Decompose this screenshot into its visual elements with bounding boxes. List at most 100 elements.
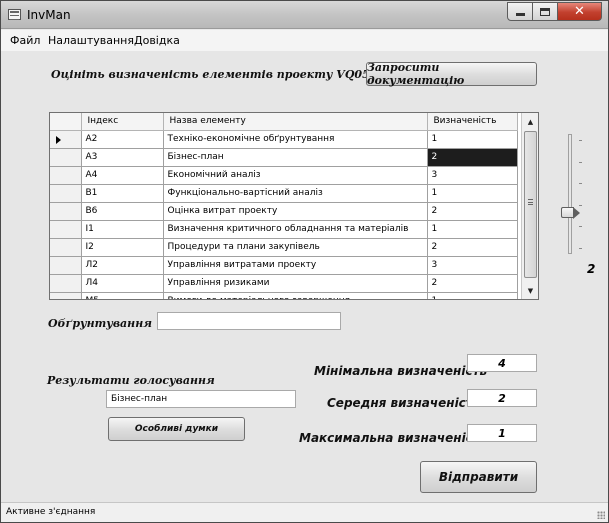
close-icon: ✕ [574, 4, 585, 19]
cell-certainty[interactable]: 1 [427, 220, 518, 239]
slider-thumb[interactable] [561, 207, 581, 219]
justification-input[interactable] [157, 312, 341, 330]
minimize-button[interactable] [507, 2, 533, 21]
cell-certainty[interactable]: 2 [427, 238, 518, 257]
resize-grip-icon[interactable] [597, 511, 605, 519]
row-header[interactable] [50, 274, 82, 293]
voting-results-label: Результати голосування [47, 374, 215, 387]
minimize-icon [515, 13, 525, 16]
scroll-down-button[interactable]: ▼ [523, 282, 538, 299]
close-button[interactable]: ✕ [558, 2, 602, 21]
slider-tick [579, 183, 582, 184]
slider-tick [579, 248, 582, 249]
cell-index[interactable]: I1 [81, 220, 164, 239]
cell-name[interactable]: Визначення критичного обладнання та мате… [163, 220, 428, 239]
cell-name[interactable]: Вимоги до матеріального завершення [163, 292, 428, 299]
table-row[interactable]: A2 Техніко-економічне обґрунтування 1 [50, 130, 518, 149]
cell-index[interactable]: B6 [81, 202, 164, 221]
page-heading: Оцініть визначеність елементів проекту V… [51, 68, 370, 81]
connection-status: Активне з'єднання [6, 507, 96, 517]
row-header[interactable] [50, 148, 82, 167]
cell-certainty[interactable]: 2 [427, 202, 518, 221]
grip-icon [528, 199, 533, 205]
cell-index[interactable]: M5 [81, 292, 164, 299]
menu-file[interactable]: Файл [10, 34, 40, 47]
status-bar: Активне з'єднання [1, 502, 608, 522]
table-row[interactable]: Л2 Управління витратами проекту 3 [50, 256, 518, 275]
scroll-thumb[interactable] [524, 131, 537, 278]
min-certainty-field[interactable]: 4 [467, 354, 537, 372]
cell-certainty[interactable]: 1 [427, 292, 518, 299]
cell-index[interactable]: B1 [81, 184, 164, 203]
table-body: A2 Техніко-економічне обґрунтування 1 A3 Біз… [50, 130, 518, 299]
menu-help[interactable]: Довідка [134, 34, 180, 47]
elements-grid[interactable]: Індекс Назва елементу Визначеність A2 Тех… [49, 112, 539, 300]
table-row[interactable]: B6 Оцінка витрат проекту 2 [50, 202, 518, 221]
cell-name[interactable]: Функціонально-вартісний аналіз [163, 184, 428, 203]
cell-name[interactable]: Економічний аналіз [163, 166, 428, 185]
cell-name[interactable]: Бізнес-план [163, 148, 428, 167]
cell-index[interactable]: Л2 [81, 256, 164, 275]
cell-index[interactable]: A3 [81, 148, 164, 167]
cell-certainty[interactable]: 1 [427, 184, 518, 203]
max-certainty-field[interactable]: 1 [467, 424, 537, 442]
slider-tick [579, 162, 582, 163]
triangle-up-icon: ▲ [527, 117, 534, 126]
cell-index[interactable]: A4 [81, 166, 164, 185]
cell-certainty[interactable]: 1 [427, 130, 518, 149]
cell-name[interactable]: Процедури та плани закупівель [163, 238, 428, 257]
scroll-up-button[interactable]: ▲ [523, 113, 538, 130]
row-header[interactable] [50, 184, 82, 203]
app-window: InvMan ✕ Файл Налаштування Довідка Оціні… [0, 0, 609, 523]
window-controls: ✕ [507, 2, 602, 21]
slider-track[interactable] [568, 134, 572, 254]
title-bar[interactable]: InvMan ✕ [1, 1, 608, 29]
certainty-slider[interactable] [556, 134, 586, 254]
cell-certainty[interactable]: 2 [427, 148, 518, 167]
app-icon [8, 9, 21, 20]
column-header-name[interactable]: Назва елементу [163, 113, 428, 131]
table-row[interactable]: I1 Визначення критичного обладнання та ма… [50, 220, 518, 239]
row-header[interactable] [50, 220, 82, 239]
current-row-icon [56, 135, 61, 144]
send-button[interactable]: Відправити [420, 461, 537, 493]
table-row[interactable]: A3 Бізнес-план 2 [50, 148, 518, 167]
cell-index[interactable]: Л4 [81, 274, 164, 293]
row-header[interactable] [50, 166, 82, 185]
maximize-button[interactable] [533, 2, 558, 21]
column-header-certainty[interactable]: Визначеність [427, 113, 518, 131]
avg-certainty-field[interactable]: 2 [467, 389, 537, 407]
table-row[interactable]: B1 Функціонально-вартісний аналіз 1 [50, 184, 518, 203]
table-row[interactable]: M5Вимоги до матеріального завершення1 [50, 292, 518, 299]
cell-certainty[interactable]: 2 [427, 274, 518, 293]
row-header[interactable] [50, 256, 82, 275]
request-docs-button[interactable]: Запросити документацію [366, 61, 537, 87]
max-certainty-label: Максимальна визначеність [299, 431, 488, 445]
slider-tick [579, 205, 582, 206]
table-row[interactable]: Л4 Управління ризиками 2 [50, 274, 518, 293]
row-header[interactable] [50, 202, 82, 221]
slider-tick [579, 226, 582, 227]
menu-settings[interactable]: Налаштування [48, 34, 134, 47]
cell-index[interactable]: I2 [81, 238, 164, 257]
cell-certainty[interactable]: 3 [427, 256, 518, 275]
cell-name[interactable]: Управління ризиками [163, 274, 428, 293]
elements-table: Індекс Назва елементу Визначеність A2 Тех… [50, 113, 518, 299]
cell-index[interactable]: A2 [81, 130, 164, 149]
row-header[interactable] [50, 130, 82, 149]
slider-thumb-pointer-icon [573, 207, 580, 219]
row-header[interactable] [50, 292, 82, 299]
grid-vertical-scrollbar[interactable]: ▲ ▼ [521, 113, 538, 299]
table-row[interactable]: A4 Економічний аналіз 3 [50, 166, 518, 185]
table-row[interactable]: I2 Процедури та плани закупівель 2 [50, 238, 518, 257]
special-thoughts-button[interactable]: Особливі думки [108, 417, 245, 441]
voting-results-field[interactable]: Бізнес-план [106, 390, 296, 408]
cell-certainty[interactable]: 3 [427, 166, 518, 185]
column-header-index[interactable]: Індекс [81, 113, 164, 131]
row-header[interactable] [50, 238, 82, 257]
cell-name[interactable]: Оцінка витрат проекту [163, 202, 428, 221]
window-title: InvMan [27, 8, 71, 22]
justification-label: Обґрунтування [48, 317, 152, 330]
cell-name[interactable]: Управління витратами проекту [163, 256, 428, 275]
cell-name[interactable]: Техніко-економічне обґрунтування [163, 130, 428, 149]
